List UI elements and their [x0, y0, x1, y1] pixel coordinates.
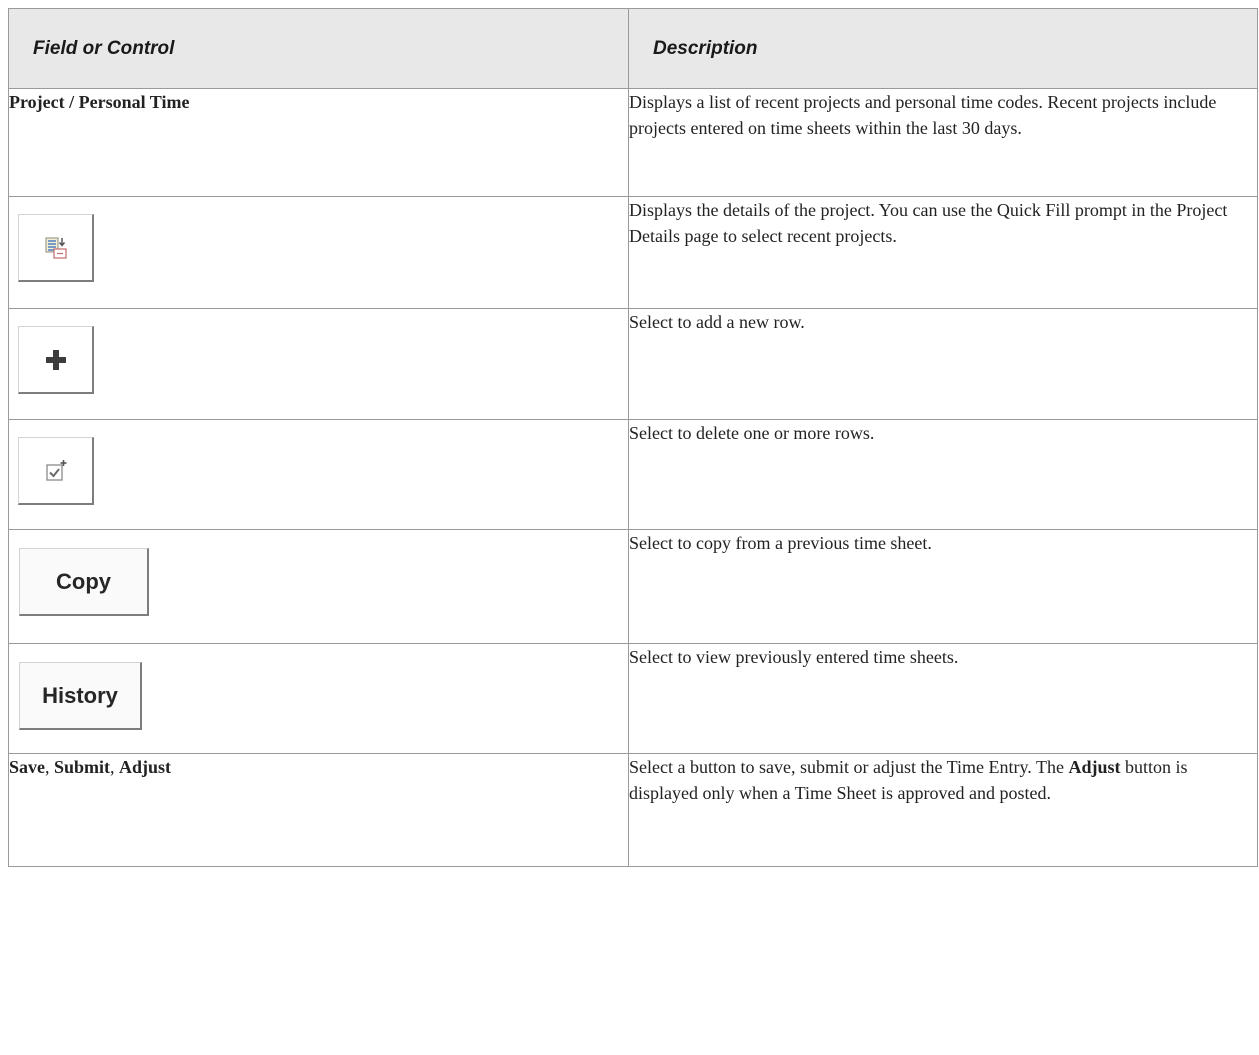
table-row: Save, Submit, Adjust Select a button to … [8, 753, 1258, 867]
description-cell: Select a button to save, submit or adjus… [628, 753, 1258, 867]
table-row: Copy Select to copy from a previous time… [8, 529, 1258, 644]
plus-icon [45, 349, 66, 370]
copy-button[interactable]: Copy [19, 548, 149, 616]
adjust-term: Adjust [1068, 757, 1121, 777]
description-cell: Displays a list of recent projects and p… [628, 88, 1258, 197]
description-cell: Select to copy from a previous time shee… [628, 529, 1258, 644]
description-text: Select a button to save, submit or adjus… [629, 757, 1069, 777]
field-cell: Project / Personal Time [8, 88, 629, 197]
field-cell [8, 419, 629, 530]
table-row: Project / Personal Time Displays a list … [8, 88, 1258, 197]
separator: , [110, 757, 120, 777]
submit-label: Submit [54, 757, 111, 777]
description-cell: Select to delete one or more rows. [628, 419, 1258, 530]
add-row-button[interactable] [18, 326, 94, 394]
adjust-label: Adjust [119, 757, 172, 777]
field-cell: Save, Submit, Adjust [8, 753, 629, 867]
field-cell: History [8, 643, 629, 754]
table-row: Select to add a new row. [8, 308, 1258, 420]
project-details-button[interactable] [18, 214, 94, 282]
table-row: History Select to view previously entere… [8, 643, 1258, 754]
description-cell: Select to view previously entered time s… [628, 643, 1258, 754]
save-label: Save [9, 757, 45, 777]
project-details-icon [45, 237, 67, 259]
description-cell: Displays the details of the project. You… [628, 196, 1258, 309]
field-description-table: Field or Control Description Project / P… [8, 8, 1258, 867]
delete-rows-button[interactable] [18, 437, 94, 505]
table-row: Displays the details of the project. You… [8, 196, 1258, 309]
field-name: Project / Personal Time [9, 92, 190, 112]
separator: , [45, 757, 54, 777]
description-cell: Select to add a new row. [628, 308, 1258, 420]
header-field-or-control: Field or Control [8, 8, 629, 89]
history-button[interactable]: History [19, 662, 142, 730]
table-header-row: Field or Control Description [8, 8, 1258, 89]
header-description: Description [628, 8, 1258, 89]
field-cell: Copy [8, 529, 629, 644]
table-row: Select to delete one or more rows. [8, 419, 1258, 530]
delete-rows-checkbox-icon [45, 459, 66, 481]
field-cell [8, 196, 629, 309]
field-cell [8, 308, 629, 420]
